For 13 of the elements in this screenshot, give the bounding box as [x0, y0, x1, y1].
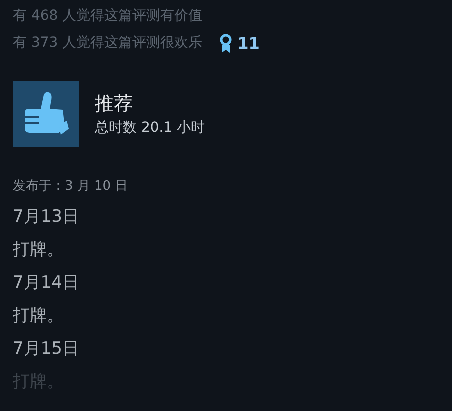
award-ribbon-icon[interactable] [220, 34, 232, 54]
vote-summary: 有 373 人觉得这篇评测很欢乐 [13, 34, 203, 53]
vote-summary: 有 468 人觉得这篇评测有价值 [13, 7, 203, 26]
review-text: 打牌。 [13, 239, 65, 262]
posted-date: 发布于：3 月 10 日 [13, 178, 130, 196]
award-count: 11 [238, 32, 260, 54]
review-text: 7月13日 [13, 206, 80, 229]
review-text: 7月14日 [13, 272, 80, 295]
review-text: 7月15日 [13, 338, 80, 361]
thumbs-up-icon [13, 81, 79, 147]
review-text: 打牌。 [13, 305, 65, 328]
playtime-hours: 总时数 20.1 小时 [95, 118, 206, 138]
review-verdict: 推荐 [95, 92, 134, 116]
